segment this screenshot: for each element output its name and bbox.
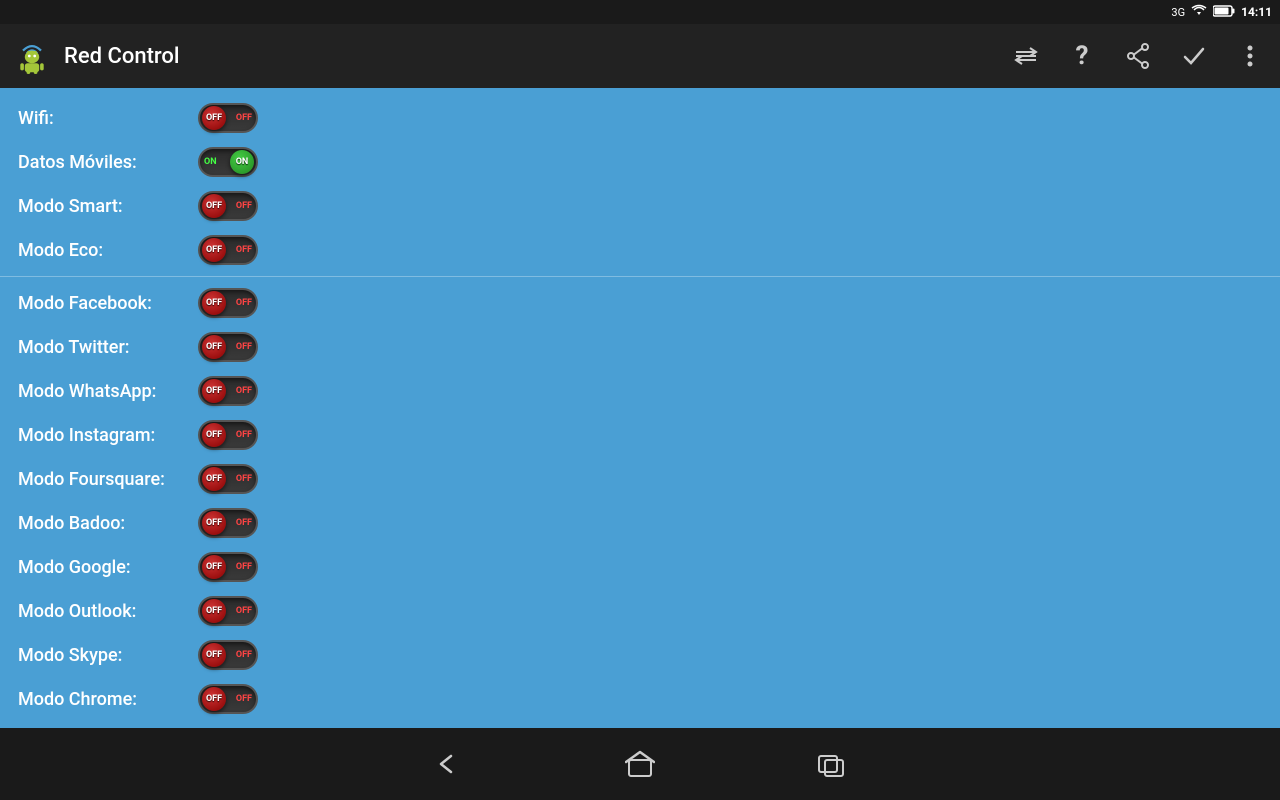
nav-bar [0,728,1280,800]
toggle-knob-wifi: OFF [202,106,226,130]
label-modo-facebook: Modo Facebook: [18,293,198,314]
label-modo-skype: Modo Skype: [18,645,198,666]
label-modo-eco: Modo Eco: [18,240,198,261]
label-modo-badoo: Modo Badoo: [18,513,198,534]
row-modo-smart: Modo Smart: OFF OFF [0,184,1280,228]
section-divider [0,276,1280,277]
row-modo-eco: Modo Eco: OFF OFF [0,228,1280,272]
toggle-modo-outlook[interactable]: OFF OFF [198,596,258,626]
recents-button[interactable] [815,750,847,778]
toggle-knob-modo-badoo: OFF [202,511,226,535]
label-modo-smart: Modo Smart: [18,196,198,217]
toggle-datos-moviles[interactable]: ON ON [198,147,258,177]
toggle-modo-google[interactable]: OFF OFF [198,552,258,582]
toggle-knob-modo-chrome: OFF [202,687,226,711]
row-modo-facebook: Modo Facebook: OFF OFF [0,281,1280,325]
row-modo-badoo: Modo Badoo: OFF OFF [0,501,1280,545]
toggle-wifi[interactable]: OFF OFF [198,103,258,133]
status-bar: 3G 14:11 [0,0,1280,24]
row-modo-google: Modo Google: OFF OFF [0,545,1280,589]
toggle-modo-facebook[interactable]: OFF OFF [198,288,258,318]
status-time: 14:11 [1241,5,1272,19]
app-icon [12,36,52,76]
label-modo-outlook: Modo Outlook: [18,601,198,622]
toggle-modo-instagram[interactable]: OFF OFF [198,420,258,450]
toggle-knob-modo-foursquare: OFF [202,467,226,491]
label-modo-foursquare: Modo Foursquare: [18,469,198,490]
toggle-knob-modo-facebook: OFF [202,291,226,315]
toggle-knob-modo-instagram: OFF [202,423,226,447]
toggle-modo-badoo[interactable]: OFF OFF [198,508,258,538]
row-modo-chrome: Modo Chrome: OFF OFF [0,677,1280,721]
label-modo-chrome: Modo Chrome: [18,689,198,710]
share-button[interactable] [1120,38,1156,74]
toggle-knob-modo-eco: OFF [202,238,226,262]
help-button[interactable]: ? [1064,38,1100,74]
toggle-modo-eco[interactable]: OFF OFF [198,235,258,265]
main-content: Wifi: OFF OFF Datos Móviles: ON ON Modo … [0,88,1280,728]
wifi-signal-icon [1191,4,1207,21]
label-modo-google: Modo Google: [18,557,198,578]
toolbar: Red Control ? [0,24,1280,88]
label-modo-instagram: Modo Instagram: [18,425,198,446]
network-button[interactable] [1008,38,1044,74]
toggle-modo-whatsapp[interactable]: OFF OFF [198,376,258,406]
toggle-modo-chrome[interactable]: OFF OFF [198,684,258,714]
toggle-knob-datos-moviles: ON [230,150,254,174]
row-modo-twitter: Modo Twitter: OFF OFF [0,325,1280,369]
more-button[interactable] [1232,38,1268,74]
home-button[interactable] [625,750,655,778]
row-modo-whatsapp: Modo WhatsApp: OFF OFF [0,369,1280,413]
toggle-knob-modo-whatsapp: OFF [202,379,226,403]
toggle-knob-modo-twitter: OFF [202,335,226,359]
toggle-modo-foursquare[interactable]: OFF OFF [198,464,258,494]
signal-icon: 3G [1171,6,1185,19]
toggle-modo-skype[interactable]: OFF OFF [198,640,258,670]
toggle-modo-smart[interactable]: OFF OFF [198,191,258,221]
row-wifi: Wifi: OFF OFF [0,96,1280,140]
label-modo-whatsapp: Modo WhatsApp: [18,381,198,402]
label-modo-twitter: Modo Twitter: [18,337,198,358]
app-title: Red Control [64,44,988,69]
row-datos-moviles: Datos Móviles: ON ON [0,140,1280,184]
label-wifi: Wifi: [18,108,198,129]
row-modo-outlook: Modo Outlook: OFF OFF [0,589,1280,633]
row-modo-instagram: Modo Instagram: OFF OFF [0,413,1280,457]
toggle-modo-twitter[interactable]: OFF OFF [198,332,258,362]
row-modo-foursquare: Modo Foursquare: OFF OFF [0,457,1280,501]
row-modo-firefox: Modo Firefox: OFF OFF [0,721,1280,728]
check-button[interactable] [1176,38,1212,74]
label-datos-moviles: Datos Móviles: [18,152,198,173]
toggle-knob-modo-smart: OFF [202,194,226,218]
battery-icon [1213,5,1235,20]
toggle-knob-modo-google: OFF [202,555,226,579]
back-button[interactable] [433,750,465,778]
row-modo-skype: Modo Skype: OFF OFF [0,633,1280,677]
toggle-knob-modo-outlook: OFF [202,599,226,623]
toggle-knob-modo-skype: OFF [202,643,226,667]
